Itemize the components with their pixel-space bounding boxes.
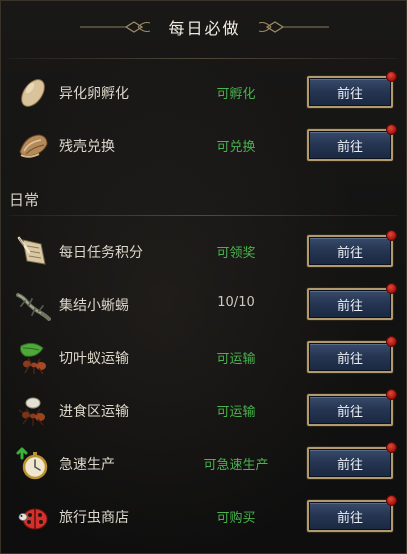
feeding-ant-icon [15, 393, 51, 429]
notification-dot-icon [386, 283, 397, 294]
lizard-icon [15, 287, 51, 323]
go-button[interactable]: 前往 [307, 495, 397, 532]
list-item-gather-lizard: 集结小蜥蜴 10/10 前往 [1, 278, 406, 331]
notification-dot-icon [386, 442, 397, 453]
notification-dot-icon [386, 71, 397, 82]
task-status: 可急速生产 [203, 458, 269, 473]
task-name: 切叶蚁运输 [59, 351, 129, 367]
go-button[interactable]: 前往 [307, 230, 397, 267]
go-button[interactable]: 前往 [307, 283, 397, 320]
go-button-label: 前往 [336, 404, 363, 420]
go-button-label: 前往 [336, 86, 363, 102]
task-name: 异化卵孵化 [59, 86, 129, 102]
go-button[interactable]: 前往 [307, 442, 397, 479]
list-item-daily-points: 每日任务积分 可领奖 前往 [1, 225, 406, 278]
go-button-label: 前往 [336, 298, 363, 314]
page-title: 每日必做 [168, 19, 241, 38]
task-status: 可运输 [216, 405, 256, 420]
section-divider [9, 215, 398, 216]
notification-dot-icon [386, 336, 397, 347]
notification-dot-icon [386, 495, 397, 506]
header-divider [9, 58, 398, 59]
task-name: 急速生产 [59, 457, 115, 473]
go-button-label: 前往 [336, 457, 363, 473]
shell-icon [15, 128, 51, 164]
list-item-egg-hatch: 异化卵孵化 可孵化 前往 [1, 66, 406, 119]
task-name: 每日任务积分 [59, 245, 143, 261]
go-button[interactable]: 前往 [307, 336, 397, 373]
notification-dot-icon [386, 124, 397, 135]
task-status: 可孵化 [216, 87, 256, 102]
task-name: 残壳兑换 [59, 139, 115, 155]
right-ornament-icon [258, 21, 329, 33]
task-status: 可购买 [216, 511, 256, 526]
go-button-label: 前往 [336, 510, 363, 526]
left-ornament-icon [80, 21, 151, 33]
task-status: 可兑换 [216, 140, 256, 155]
task-status: 可运输 [216, 352, 256, 367]
notification-dot-icon [386, 230, 397, 241]
egg-icon [15, 75, 51, 111]
panel-header: 每日必做 [1, 1, 406, 53]
go-button-label: 前往 [336, 245, 363, 261]
leafcutter-ant-icon [15, 340, 51, 376]
list-item-leafcutter-transport: 切叶蚁运输 可运输 前往 [1, 331, 406, 384]
go-button[interactable]: 前往 [307, 389, 397, 426]
go-button[interactable]: 前往 [307, 71, 397, 108]
list-item-feeding-transport: 进食区运输 可运输 前往 [1, 384, 406, 437]
task-name: 集结小蜥蜴 [59, 298, 129, 314]
task-status: 可领奖 [216, 246, 256, 261]
go-button-label: 前往 [336, 351, 363, 367]
list-item-rapid-production: 急速生产 可急速生产 前往 [1, 437, 406, 490]
go-button[interactable]: 前往 [307, 124, 397, 161]
daily-tasks-panel: 每日必做 异化卵孵化 可孵化 前往 残壳兑换 可兑换 前往 日常 每日任务积分 … [0, 0, 407, 554]
task-status: 10/10 [217, 295, 255, 310]
scroll-icon [15, 234, 51, 270]
notification-dot-icon [386, 389, 397, 400]
task-name: 进食区运输 [59, 404, 129, 420]
task-name: 旅行虫商店 [59, 510, 129, 526]
list-item-shell-exchange: 残壳兑换 可兑换 前往 [1, 119, 406, 172]
go-button-label: 前往 [336, 139, 363, 155]
ladybug-icon [15, 499, 51, 535]
list-item-traveling-bug-shop: 旅行虫商店 可购买 前往 [1, 490, 406, 543]
section-title-daily: 日常 [9, 191, 40, 209]
stopwatch-icon [15, 446, 51, 482]
